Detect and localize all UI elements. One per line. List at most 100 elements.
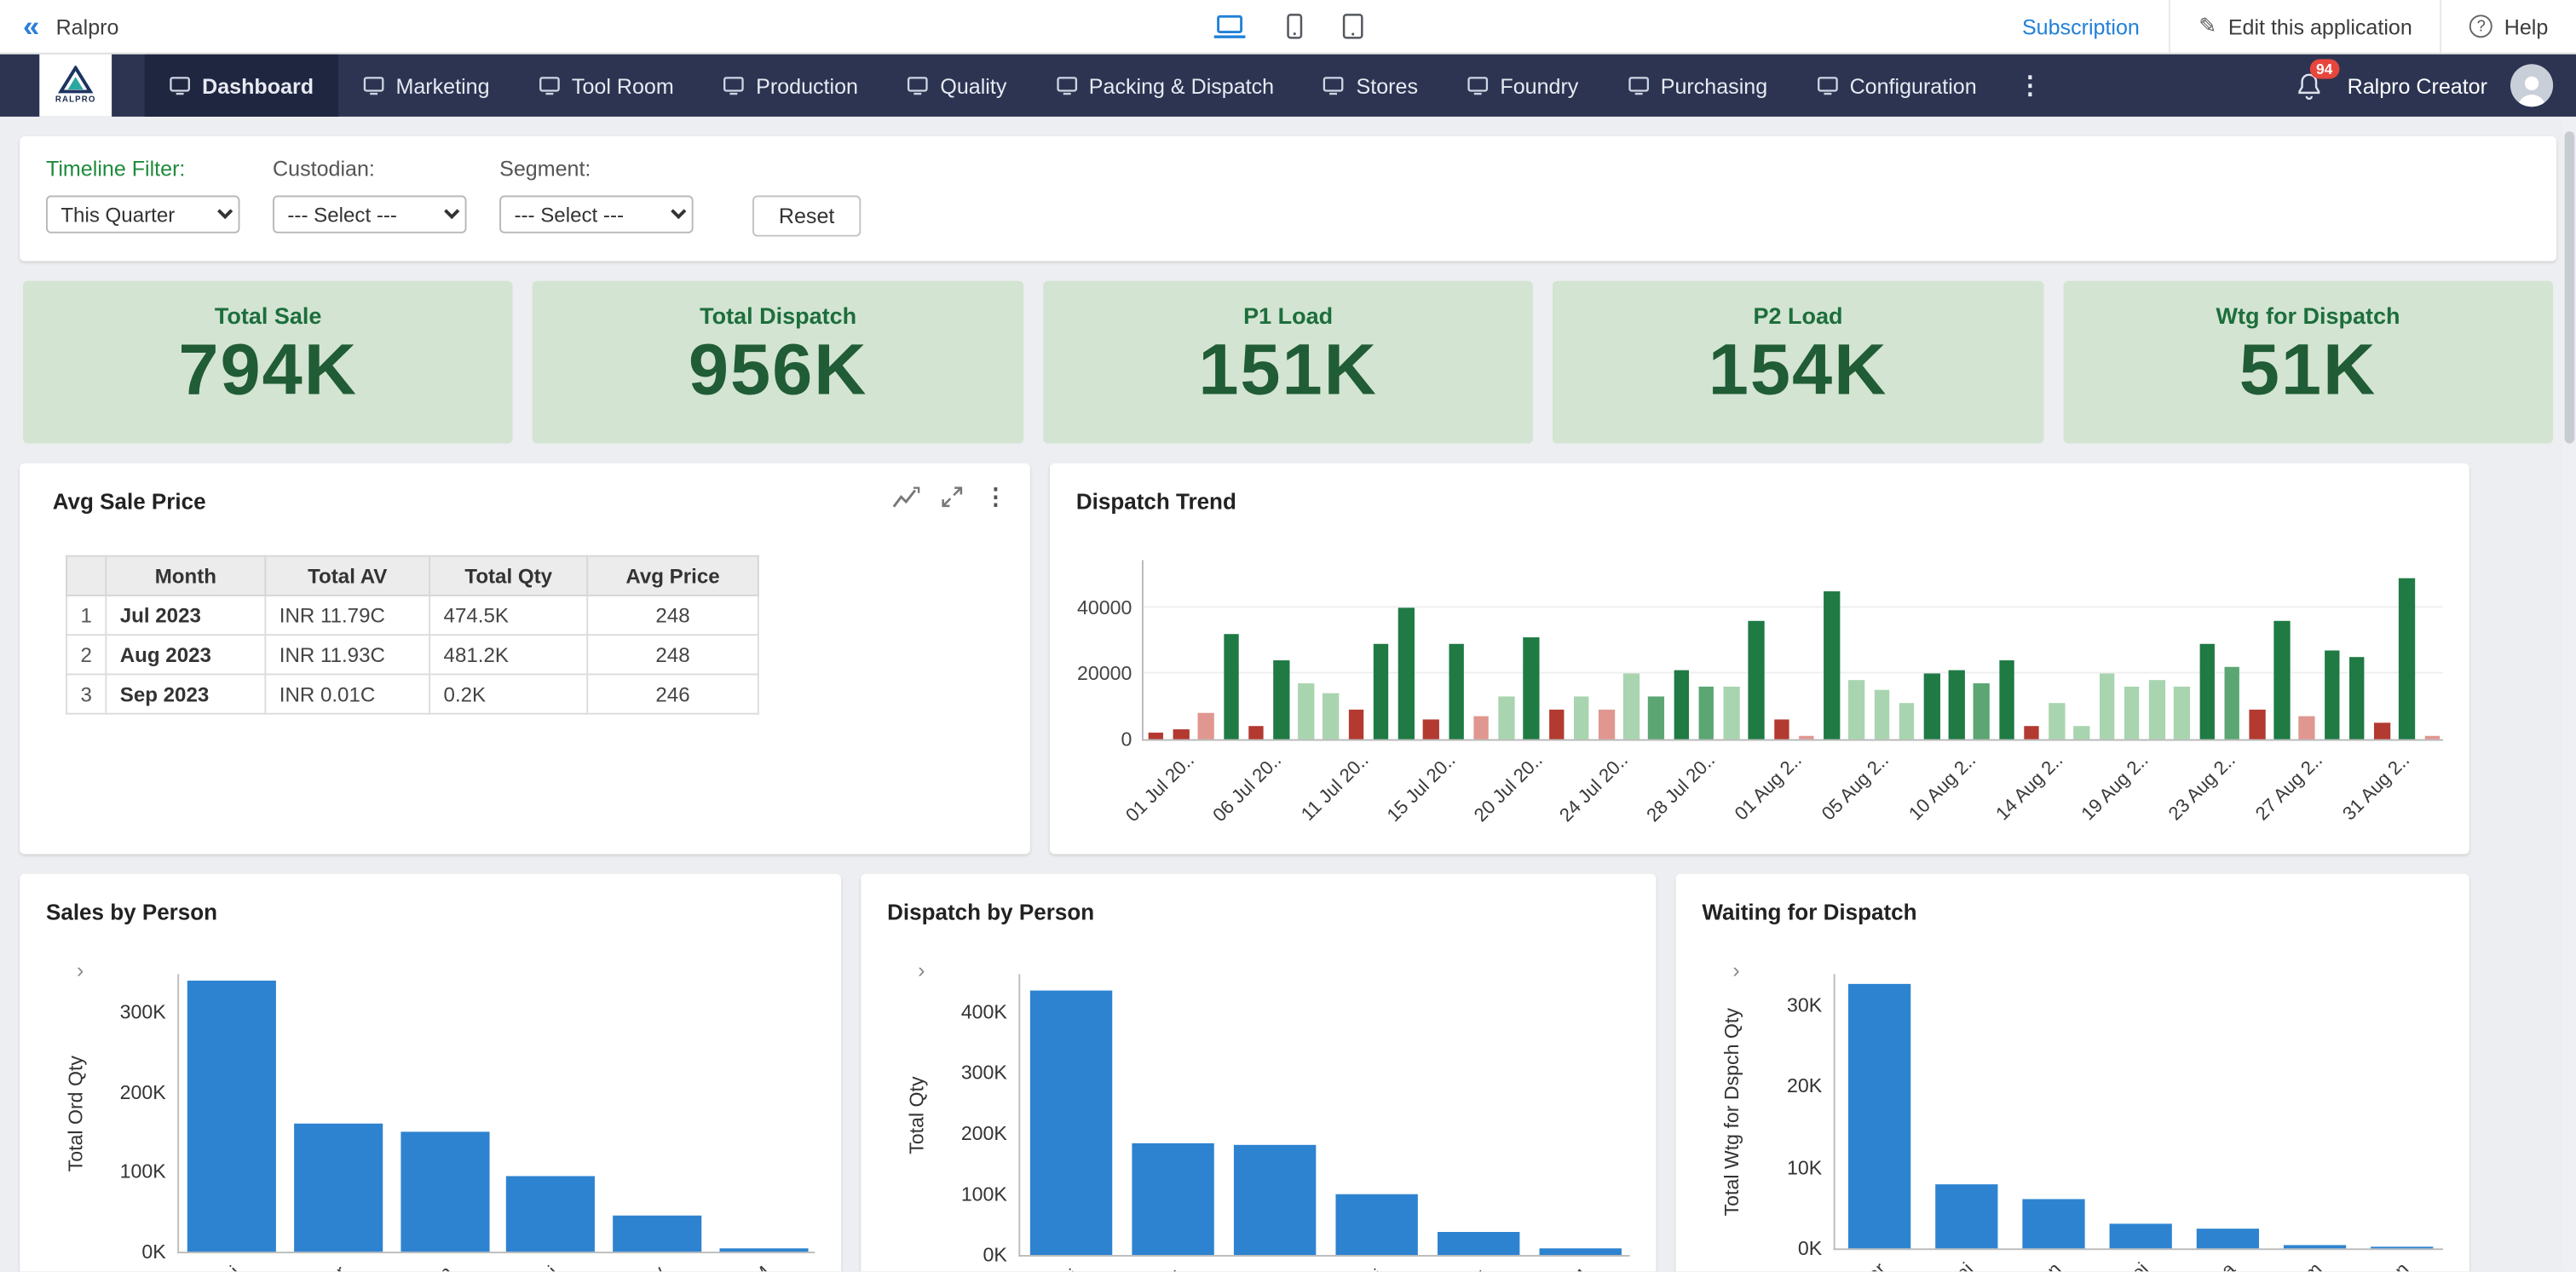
bar[interactable] — [1148, 733, 1163, 740]
bar[interactable] — [1398, 607, 1414, 739]
column-header-month[interactable]: Month — [106, 556, 265, 596]
bar[interactable] — [2124, 687, 2140, 740]
bar[interactable] — [1173, 729, 1189, 740]
axis-chevron-icon[interactable]: › — [1732, 958, 1739, 982]
column-header-total-qty[interactable]: Total Qty — [429, 556, 587, 596]
table-row[interactable]: 1Jul 2023INR 11.79C474.5K248 — [66, 596, 758, 635]
nav-item-marketing[interactable]: Marketing — [338, 55, 514, 117]
table-row[interactable]: 2Aug 2023INR 11.93C481.2K248 — [66, 635, 758, 674]
bar[interactable] — [1030, 991, 1112, 1255]
bar[interactable] — [1299, 683, 1314, 740]
bar[interactable] — [1849, 680, 1864, 739]
edit-application-button[interactable]: ✎ Edit this application — [2170, 0, 2441, 53]
bar[interactable] — [1724, 687, 1739, 740]
nav-item-dashboard[interactable]: Dashboard — [145, 55, 338, 117]
back-icon[interactable]: « — [23, 11, 39, 41]
mobile-preview-icon[interactable] — [1287, 13, 1303, 39]
bar[interactable] — [2149, 680, 2164, 739]
nav-item-purchasing[interactable]: Purchasing — [1603, 55, 1792, 117]
bar[interactable] — [2099, 673, 2114, 739]
bar[interactable] — [1438, 1232, 1519, 1255]
bar[interactable] — [2274, 621, 2290, 740]
nav-item-tool-room[interactable]: Tool Room — [514, 55, 698, 117]
bar[interactable] — [1132, 1142, 1213, 1255]
bar[interactable] — [1473, 717, 1489, 740]
bar[interactable] — [1348, 710, 1363, 740]
bar[interactable] — [2021, 1200, 2083, 1248]
custodian-select[interactable]: --- Select --- — [273, 195, 467, 233]
axis-chevron-icon[interactable]: › — [918, 958, 925, 982]
reset-button[interactable]: Reset — [752, 195, 861, 236]
nav-item-production[interactable]: Production — [699, 55, 883, 117]
bar[interactable] — [2074, 726, 2089, 739]
axis-chevron-icon[interactable]: › — [77, 958, 84, 982]
bar[interactable] — [1623, 673, 1639, 739]
nav-item-quality[interactable]: Quality — [883, 55, 1031, 117]
segment-select[interactable]: --- Select --- — [499, 195, 694, 233]
bar[interactable] — [2283, 1244, 2345, 1248]
bar[interactable] — [401, 1132, 489, 1252]
scrollbar-thumb[interactable] — [2565, 131, 2575, 443]
nav-overflow-icon[interactable]: ⋮ — [2002, 71, 2059, 101]
bar[interactable] — [1449, 644, 1464, 740]
subscription-link[interactable]: Subscription — [1992, 14, 2169, 38]
nav-item-configuration[interactable]: Configuration — [1792, 55, 2001, 117]
bar[interactable] — [1374, 644, 1389, 740]
bar[interactable] — [2424, 736, 2440, 740]
bar[interactable] — [506, 1176, 595, 1252]
bar[interactable] — [1924, 673, 1939, 739]
bar[interactable] — [1774, 719, 1789, 739]
bar[interactable] — [1548, 710, 1564, 740]
desktop-preview-icon[interactable] — [1213, 14, 1247, 38]
switch-to-chart-icon[interactable] — [892, 486, 920, 509]
bar[interactable] — [1273, 660, 1288, 740]
bar[interactable] — [1799, 736, 1814, 740]
kpi-card-total-sale[interactable]: Total Sale794K — [23, 281, 513, 444]
bar[interactable] — [1899, 703, 1914, 739]
bar[interactable] — [1234, 1144, 1316, 1255]
bar[interactable] — [2109, 1224, 2171, 1249]
bar[interactable] — [719, 1248, 808, 1252]
bar[interactable] — [1335, 1194, 1417, 1255]
help-button[interactable]: ? Help — [2441, 0, 2576, 53]
bar[interactable] — [187, 981, 276, 1252]
bar[interactable] — [1874, 690, 1889, 740]
bar[interactable] — [2049, 703, 2065, 739]
bar[interactable] — [1649, 696, 1664, 739]
timeline-filter-select[interactable]: This Quarter — [46, 195, 240, 233]
bar[interactable] — [1198, 713, 1213, 740]
notifications-button[interactable]: 94 — [2293, 70, 2325, 101]
bar[interactable] — [2199, 644, 2215, 740]
bar[interactable] — [2400, 578, 2415, 740]
column-header-total-av[interactable]: Total AV — [265, 556, 429, 596]
nav-item-foundry[interactable]: Foundry — [1443, 55, 1603, 117]
expand-icon[interactable] — [942, 486, 963, 508]
bar[interactable] — [1847, 985, 1910, 1249]
kpi-card-p2-load[interactable]: P2 Load154K — [1553, 281, 2043, 444]
more-options-icon[interactable]: ⋮ — [984, 483, 1007, 511]
bar[interactable] — [1323, 694, 1339, 740]
table-row[interactable]: 3Sep 2023INR 0.01C0.2K246 — [66, 674, 758, 713]
kpi-card-p1-load[interactable]: P1 Load151K — [1043, 281, 1533, 444]
bar[interactable] — [1974, 683, 1989, 740]
tablet-preview-icon[interactable] — [1342, 13, 1363, 39]
bar[interactable] — [1599, 710, 1614, 740]
bar[interactable] — [1999, 660, 2014, 740]
bar[interactable] — [1574, 696, 1589, 739]
bar[interactable] — [1949, 671, 1964, 740]
app-logo[interactable]: RALPRO — [39, 55, 112, 117]
kpi-card-total-dispatch[interactable]: Total Dispatch956K — [533, 281, 1023, 444]
bar[interactable] — [1524, 637, 1539, 740]
bar[interactable] — [1749, 621, 1764, 740]
bar[interactable] — [2196, 1228, 2258, 1248]
bar[interactable] — [1499, 696, 1514, 739]
bar[interactable] — [2174, 687, 2189, 740]
nav-item-packing-dispatch[interactable]: Packing & Dispatch — [1031, 55, 1299, 117]
kpi-card-wtg-for-dispatch[interactable]: Wtg for Dispatch51K — [2063, 281, 2553, 444]
bar[interactable] — [2349, 657, 2365, 739]
bar[interactable] — [2224, 667, 2239, 740]
user-avatar[interactable] — [2510, 64, 2553, 106]
bar[interactable] — [1824, 591, 1839, 740]
bar[interactable] — [2374, 722, 2389, 739]
bar[interactable] — [1248, 726, 1264, 739]
